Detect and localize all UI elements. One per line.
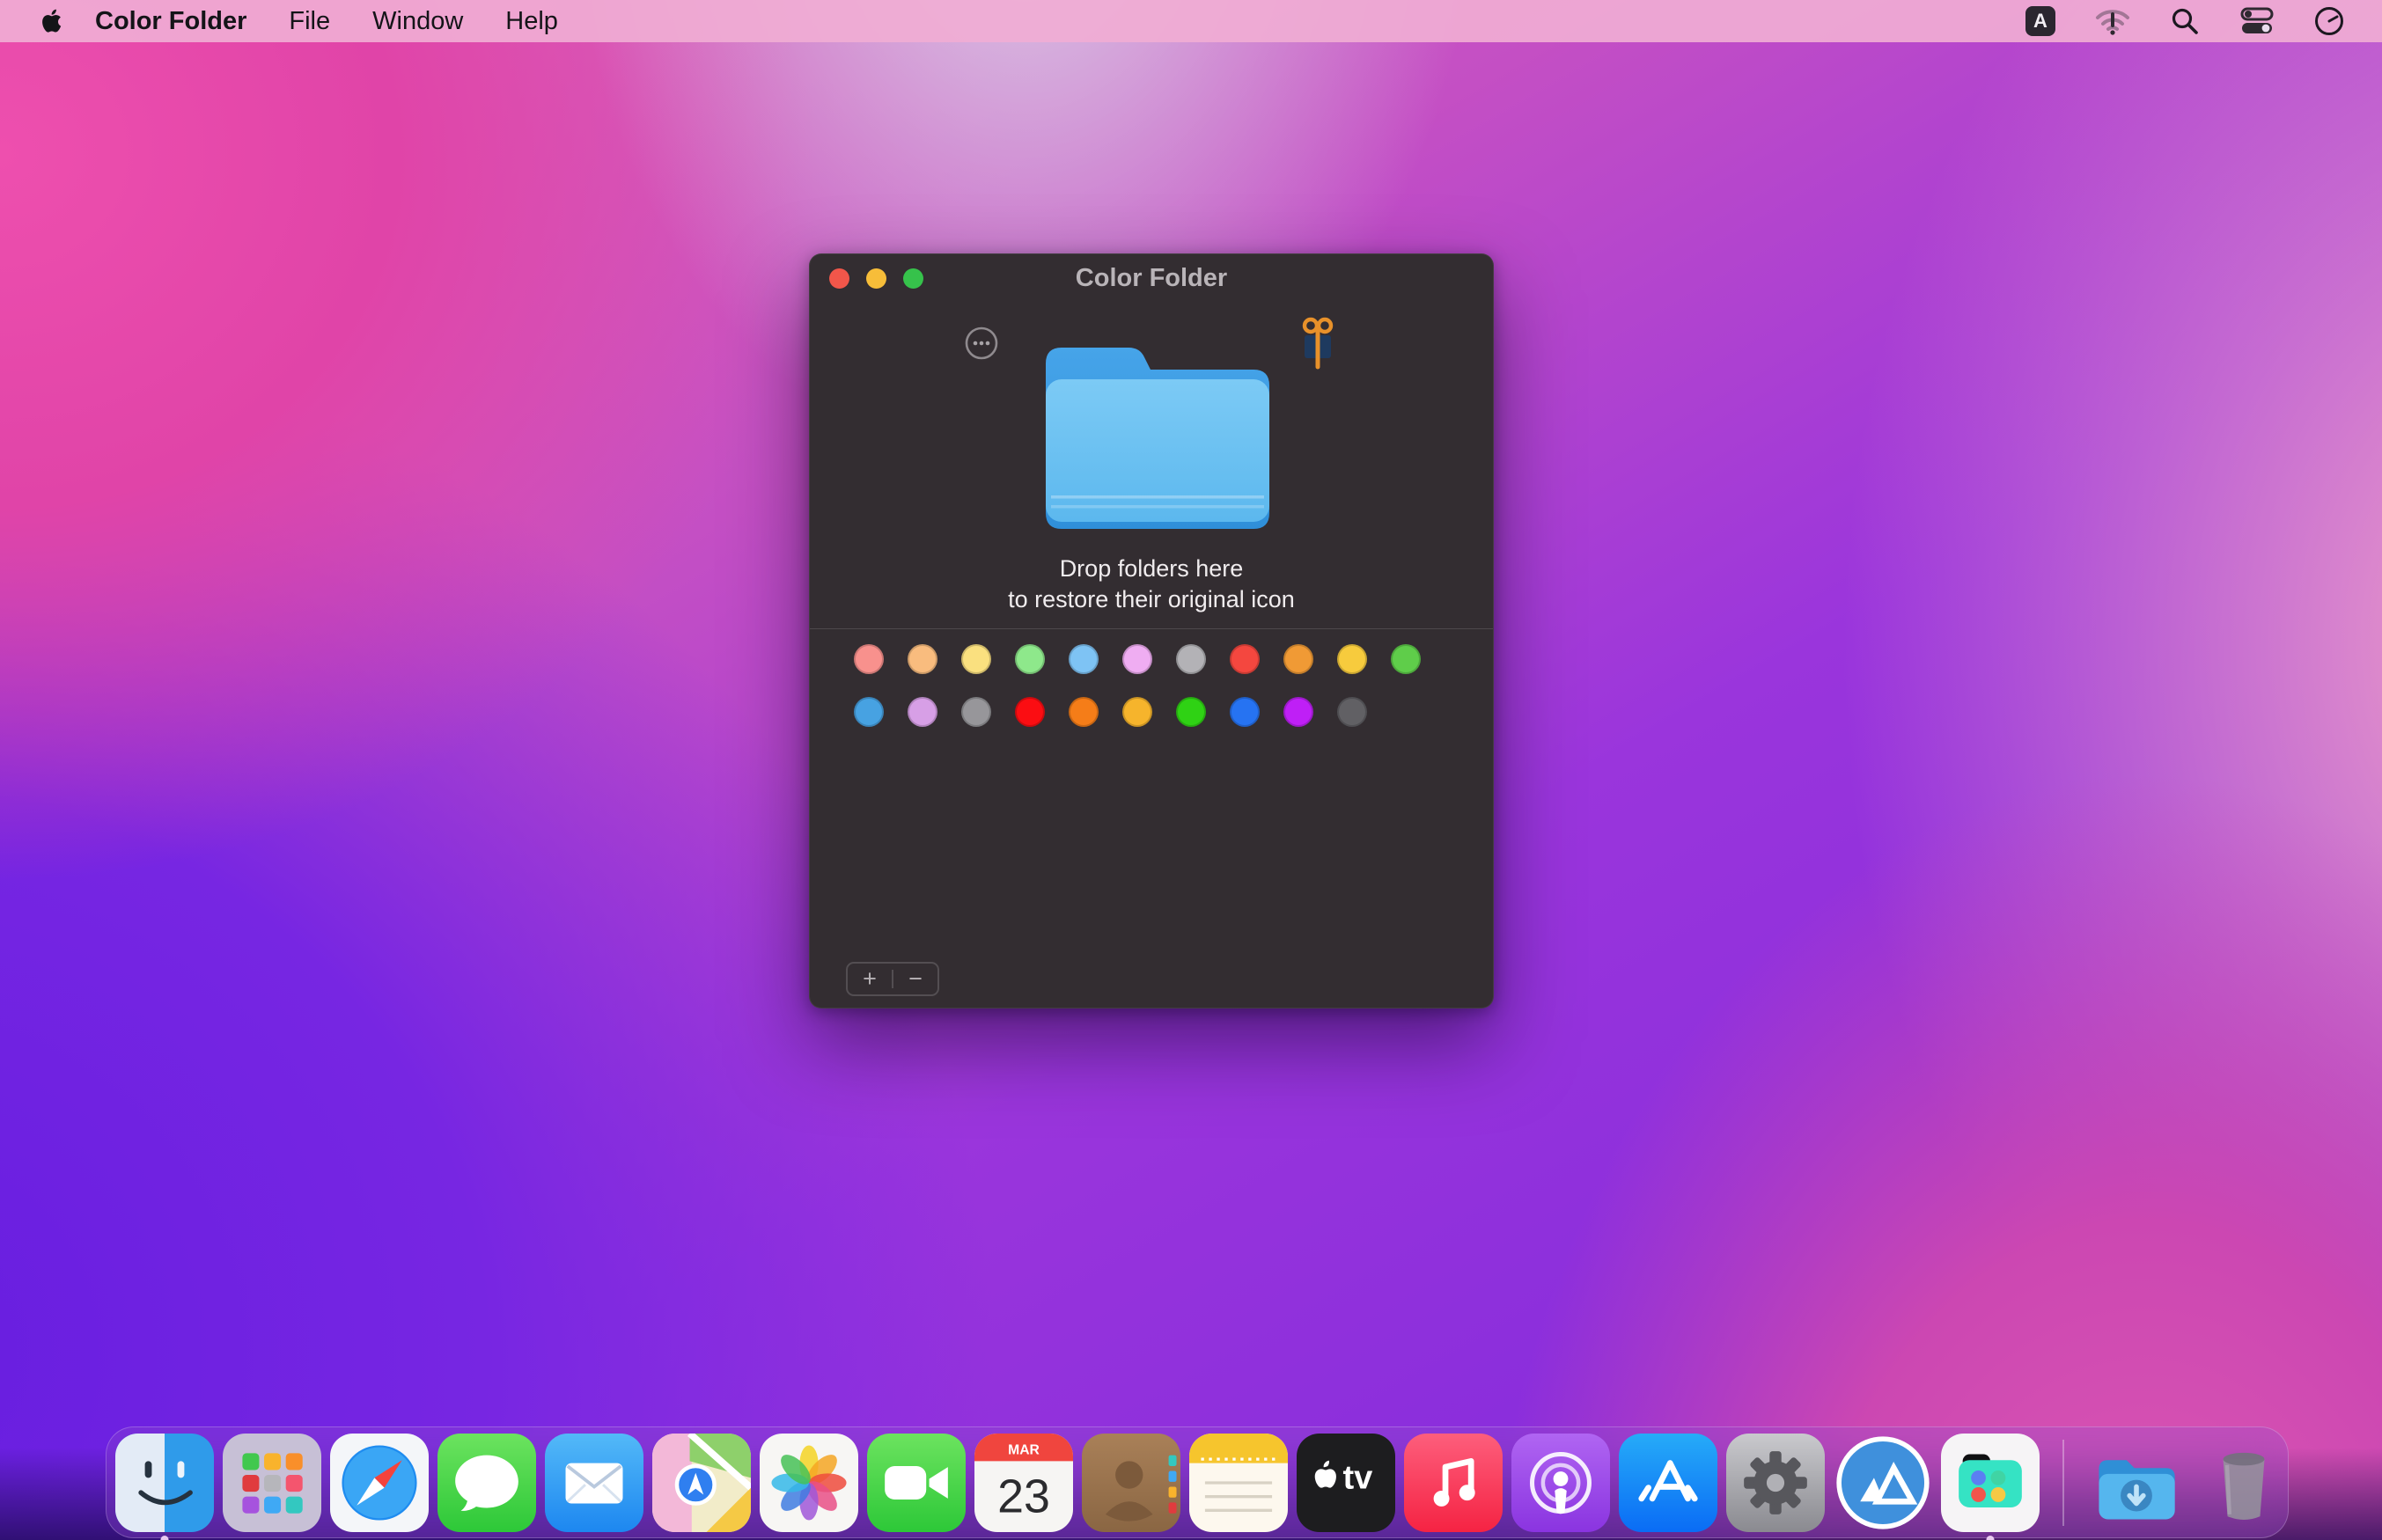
control-center-icon[interactable]	[2238, 5, 2276, 37]
more-options-button[interactable]	[964, 326, 999, 361]
traffic-lights	[829, 254, 923, 302]
clock-icon[interactable]	[2310, 5, 2349, 37]
dock-item-safari[interactable]	[330, 1433, 429, 1532]
dock-item-appstore[interactable]	[1619, 1433, 1717, 1532]
color-swatch-gray[interactable]	[961, 697, 991, 727]
color-swatch-green[interactable]	[1391, 644, 1421, 674]
add-color-button[interactable]: +	[848, 964, 892, 994]
wifi-alert-icon[interactable]	[2093, 5, 2132, 37]
drop-hint-line1: Drop folders here	[1059, 555, 1244, 582]
color-swatch-red[interactable]	[1230, 644, 1260, 674]
dock-item-contacts[interactable]	[1082, 1433, 1180, 1532]
add-remove-control: + −	[846, 962, 939, 996]
ribbon-key-icon[interactable]	[1297, 314, 1339, 378]
running-indicator	[160, 1535, 169, 1540]
drop-hint-line2: to restore their original icon	[1008, 586, 1295, 612]
running-indicator	[1986, 1535, 1995, 1540]
dock-item-trash[interactable]	[2195, 1434, 2293, 1532]
dock-item-downloads[interactable]	[2087, 1434, 2186, 1532]
color-palette	[854, 644, 1421, 727]
keyboard-input-icon[interactable]: A	[2021, 5, 2060, 37]
dock-item-system-preferences[interactable]	[1726, 1433, 1825, 1532]
palette-row-2	[854, 697, 1421, 727]
section-divider	[810, 628, 1493, 629]
color-swatch-light-gray[interactable]	[1176, 644, 1206, 674]
dock-item-launchpad[interactable]	[223, 1433, 321, 1532]
color-swatch-bright-red[interactable]	[1015, 697, 1045, 727]
window-titlebar[interactable]: Color Folder	[810, 254, 1493, 302]
color-swatch-bright-orange[interactable]	[1069, 697, 1099, 727]
menu-help[interactable]: Help	[484, 7, 579, 36]
dock-separator	[2062, 1439, 2064, 1526]
dock-item-messages[interactable]	[437, 1433, 536, 1532]
menu-window[interactable]: Window	[351, 7, 484, 36]
color-swatch-sky[interactable]	[1069, 644, 1099, 674]
palette-row-1	[854, 644, 1421, 674]
color-swatch-dark-gray[interactable]	[1337, 697, 1367, 727]
dock-item-finder[interactable]	[115, 1433, 214, 1540]
menu-bar: Color Folder File Window Help A	[0, 0, 2382, 42]
color-swatch-orange[interactable]	[1283, 644, 1313, 674]
dock: MAR 23 tv	[106, 1426, 2289, 1540]
dock-item-maps[interactable]	[652, 1433, 751, 1532]
color-swatch-royal-blue[interactable]	[1230, 697, 1260, 727]
color-swatch-gold[interactable]	[1337, 644, 1367, 674]
close-button[interactable]	[829, 268, 849, 289]
color-folder-window: Color Folder Drop folders here to restor…	[809, 253, 1494, 1008]
color-swatch-blue[interactable]	[854, 697, 884, 727]
dock-item-mountain-app[interactable]	[1834, 1434, 1932, 1532]
minimize-button[interactable]	[866, 268, 886, 289]
dock-item-notes[interactable]	[1189, 1433, 1288, 1532]
dock-item-color-folder-app[interactable]	[1941, 1433, 2040, 1540]
color-swatch-orchid[interactable]	[908, 697, 937, 727]
color-swatch-lilac[interactable]	[1122, 644, 1152, 674]
menu-status-area: A	[2021, 5, 2349, 37]
color-swatch-salmon[interactable]	[854, 644, 884, 674]
svg-text:tv: tv	[1343, 1459, 1374, 1496]
color-swatch-bright-green[interactable]	[1176, 697, 1206, 727]
color-swatch-peach[interactable]	[908, 644, 937, 674]
dock-item-calendar[interactable]: MAR 23	[974, 1433, 1073, 1532]
svg-text:MAR: MAR	[1008, 1442, 1040, 1457]
dock-item-podcasts[interactable]	[1511, 1433, 1610, 1532]
menu-file[interactable]: File	[268, 7, 351, 36]
color-swatch-lemon[interactable]	[961, 644, 991, 674]
apple-menu-icon[interactable]	[33, 7, 69, 35]
remove-color-button[interactable]: −	[893, 964, 937, 994]
svg-text:23: 23	[997, 1470, 1050, 1522]
dock-item-appletv[interactable]: tv	[1297, 1433, 1395, 1532]
dock-item-photos[interactable]	[760, 1433, 858, 1532]
color-swatch-mint[interactable]	[1015, 644, 1045, 674]
drop-hint-text: Drop folders here to restore their origi…	[810, 554, 1493, 615]
dock-item-music[interactable]	[1404, 1433, 1503, 1532]
folder-drop-target[interactable]	[1039, 323, 1276, 529]
search-icon[interactable]	[2165, 5, 2204, 37]
zoom-button[interactable]	[903, 268, 923, 289]
color-swatch-amber[interactable]	[1122, 697, 1152, 727]
color-swatch-purple[interactable]	[1283, 697, 1313, 727]
dock-item-mail[interactable]	[545, 1433, 643, 1532]
dock-item-facetime[interactable]	[867, 1433, 966, 1532]
menu-app-name[interactable]: Color Folder	[93, 7, 268, 36]
